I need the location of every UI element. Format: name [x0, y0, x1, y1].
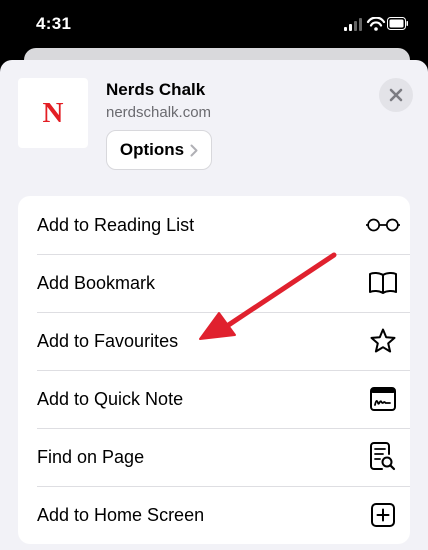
chevron-right-icon: [190, 144, 198, 156]
action-add-to-quick-note[interactable]: Add to Quick Note: [18, 370, 410, 428]
action-label: Add to Favourites: [37, 330, 179, 351]
star-icon: [366, 324, 400, 358]
action-add-bookmark[interactable]: Add Bookmark: [18, 254, 410, 312]
site-favicon: N: [18, 78, 88, 148]
close-icon: [389, 88, 403, 102]
wifi-icon: [366, 17, 386, 31]
action-label: Add to Home Screen: [37, 504, 205, 525]
action-find-on-page[interactable]: Find on Page: [18, 428, 410, 486]
share-actions-list: Add to Reading List Add Bookmark Add to …: [18, 196, 410, 544]
action-add-to-home-screen[interactable]: Add to Home Screen: [18, 486, 410, 544]
status-time: 4:31: [36, 14, 72, 33]
close-button[interactable]: [379, 78, 413, 112]
find-on-page-icon: [366, 440, 400, 474]
action-label: Add to Reading List: [37, 214, 195, 235]
action-label: Add to Quick Note: [37, 388, 184, 409]
site-url: nerdschalk.com: [106, 104, 212, 121]
cellular-signal-icon: [344, 18, 362, 31]
quick-note-icon: [366, 382, 400, 416]
glasses-icon: [366, 208, 400, 242]
plus-square-icon: [366, 498, 400, 532]
site-title: Nerds Chalk: [106, 80, 206, 99]
action-label: Find on Page: [37, 446, 145, 467]
action-add-to-reading-list[interactable]: Add to Reading List: [18, 196, 410, 254]
options-label: Options: [119, 140, 185, 159]
options-button[interactable]: Options: [106, 130, 212, 170]
action-label: Add Bookmark: [37, 272, 156, 293]
action-add-to-favourites[interactable]: Add to Favourites: [18, 312, 410, 370]
battery-icon: [387, 17, 408, 30]
status-icons: [344, 17, 408, 31]
status-bar: 4:31: [0, 0, 428, 50]
book-icon: [366, 266, 400, 300]
share-sheet-header: N Nerds Chalk nerdschalk.com Options: [0, 60, 428, 188]
site-favicon-letter: N: [42, 96, 64, 129]
